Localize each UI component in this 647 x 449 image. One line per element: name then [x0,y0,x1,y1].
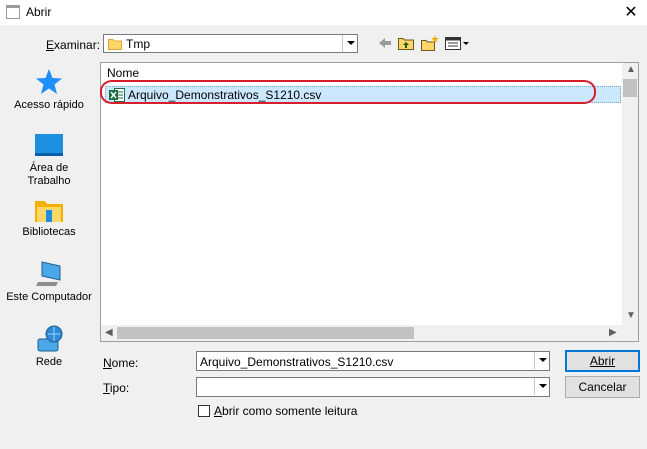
sidebar-item-libraries[interactable]: Bibliotecas [0,197,98,238]
file-type-label: Tipo: [103,381,130,395]
sidebar-item-network[interactable]: Rede [0,325,98,368]
scroll-up-icon[interactable]: ▲ [626,64,636,75]
network-icon [37,325,63,352]
cancel-button[interactable]: Cancelar [565,376,640,398]
readonly-checkbox[interactable] [198,405,210,417]
look-in-value: Tmp [126,37,150,51]
view-menu-icon[interactable] [444,34,470,52]
look-in-label: Examinar: [46,38,101,52]
horizontal-scrollbar[interactable]: ◀ ▶ [101,325,622,341]
scroll-left-icon[interactable]: ◀ [105,327,113,338]
sidebar-item-label: Rede [35,356,63,368]
horizontal-scroll-thumb[interactable] [117,327,414,339]
window-icon [6,5,20,19]
look-in-dropdown[interactable]: Tmp [103,34,358,53]
star-icon [36,69,62,94]
sidebar-item-label: Área de Trabalho [27,162,71,187]
chevron-down-icon[interactable] [534,352,549,369]
open-button-label: Abrir [589,354,616,368]
filename-input[interactable]: Arquivo_Demonstrativos_S1210.csv [196,351,550,371]
open-button[interactable]: Abrir [565,350,640,372]
readonly-checkbox-label[interactable]: Abrir como somente leitura [214,404,357,418]
filename-label-mnemonic: N [103,356,112,370]
readonly-label-mnemonic: A [214,404,223,418]
up-folder-icon[interactable] [397,34,415,52]
title-bar: Abrir ✕ [0,0,647,25]
vertical-scroll-thumb[interactable] [623,79,637,97]
filename-value: Arquivo_Demonstrativos_S1210.csv [200,355,394,369]
back-arrow-icon[interactable] [376,34,394,52]
close-button[interactable]: ✕ [616,0,646,25]
scroll-right-icon[interactable]: ▶ [609,327,617,338]
column-header-name[interactable]: Nome [107,66,139,80]
filename-label: Nome: [103,356,139,370]
file-list[interactable]: Nome Arquivo_Demonstrativos_S1210.csv ▲ … [100,62,639,342]
sidebar-item-quick-access[interactable]: Acesso rápido [0,68,98,111]
file-type-label-mnemonic: T [103,381,110,395]
libraries-icon [35,201,63,222]
highlight-annotation [100,80,596,104]
folder-icon [108,39,122,50]
sidebar-item-desktop[interactable]: Área de Trabalho [0,133,98,188]
file-type-dropdown[interactable] [196,377,550,397]
window-title: Abrir [26,5,52,19]
sidebar-item-label: Este Computador [6,291,92,303]
new-folder-icon[interactable] [420,34,440,52]
vertical-scrollbar[interactable]: ▲ ▼ [622,63,638,325]
scroll-down-icon[interactable]: ▼ [626,310,636,321]
desktop-icon [35,134,63,156]
sidebar-item-label: Acesso rápido [14,99,84,111]
sidebar-item-label: Bibliotecas [22,226,76,238]
computer-icon [36,261,61,286]
chevron-down-icon[interactable] [342,35,357,52]
sidebar-item-this-pc[interactable]: Este Computador [0,260,98,303]
chevron-down-icon[interactable] [534,378,549,395]
look-in-label-mnemonic: E [46,38,55,52]
scroll-corner [622,325,638,341]
